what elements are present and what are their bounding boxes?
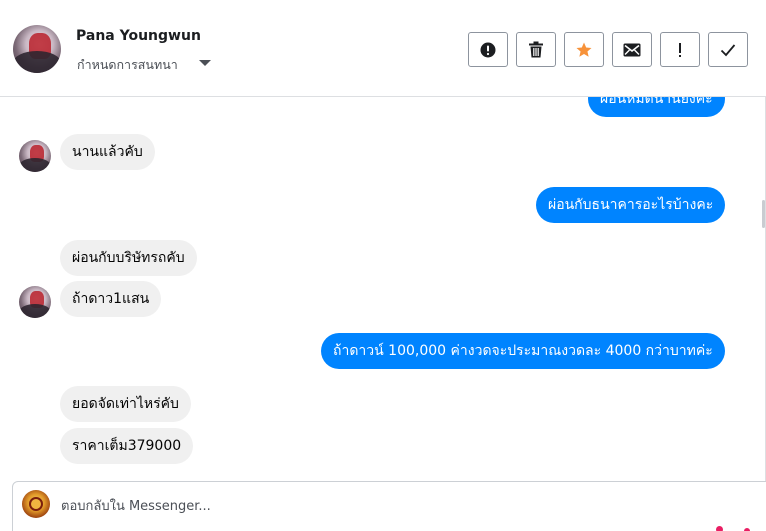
follow-up-button[interactable] <box>660 32 700 67</box>
contact-name[interactable]: Pana Youngwun <box>76 28 201 44</box>
exclamation-icon <box>679 42 681 57</box>
contact-avatar-small[interactable] <box>19 286 51 318</box>
page-avatar <box>22 490 50 518</box>
page-avatar-emblem <box>29 497 43 511</box>
avatar-shadow <box>13 51 61 73</box>
exclamation-circle-icon <box>480 42 496 57</box>
contact-avatar-small[interactable] <box>19 140 51 172</box>
chevron-down-icon[interactable] <box>199 60 211 66</box>
star-button[interactable] <box>564 32 604 67</box>
mark-unread-button[interactable] <box>612 32 652 67</box>
message-outgoing: ถ้าดาวน์ 100,000 ค่างวดจะประมาณงวดละ 400… <box>321 333 725 369</box>
envelope-icon <box>623 43 641 56</box>
message-incoming: ยอดจัดเท่าไหร่คับ <box>60 386 191 422</box>
message-incoming: นานแล้วคับ <box>60 134 155 170</box>
scrollbar[interactable] <box>762 200 765 228</box>
checkmark-icon <box>720 43 736 56</box>
conversation-settings-dropdown[interactable]: กำหนดการสนทนา <box>77 55 178 75</box>
message-outgoing: ผ่อนกับธนาคารอะไรบ้างคะ <box>536 187 726 223</box>
contact-avatar[interactable] <box>13 25 61 73</box>
message-incoming: ราคาเต็ม379000 <box>60 428 194 464</box>
message-incoming: ถ้าดาว1แสน <box>60 281 162 317</box>
notification-dot <box>716 526 723 531</box>
mark-done-button[interactable] <box>708 32 748 67</box>
reply-input[interactable] <box>61 496 661 516</box>
message-incoming: ผ่อนกับบริษัทรถคับ <box>60 240 197 276</box>
delete-button[interactable] <box>516 32 556 67</box>
avatar-shadow <box>19 304 51 318</box>
avatar-shadow <box>19 158 51 172</box>
trash-icon <box>529 41 543 58</box>
reply-composer <box>12 481 766 531</box>
conversation-header: Pana Youngwun กำหนดการสนทนา <box>0 0 766 97</box>
spam-button[interactable] <box>468 32 508 67</box>
star-icon <box>576 42 592 57</box>
message-outgoing: ผ่อนหมดนานยังคะ <box>588 97 725 117</box>
message-thread[interactable]: ผ่อนหมดนานยังคะ นานแล้วคับ ผ่อนกับธนาคาร… <box>0 97 766 468</box>
